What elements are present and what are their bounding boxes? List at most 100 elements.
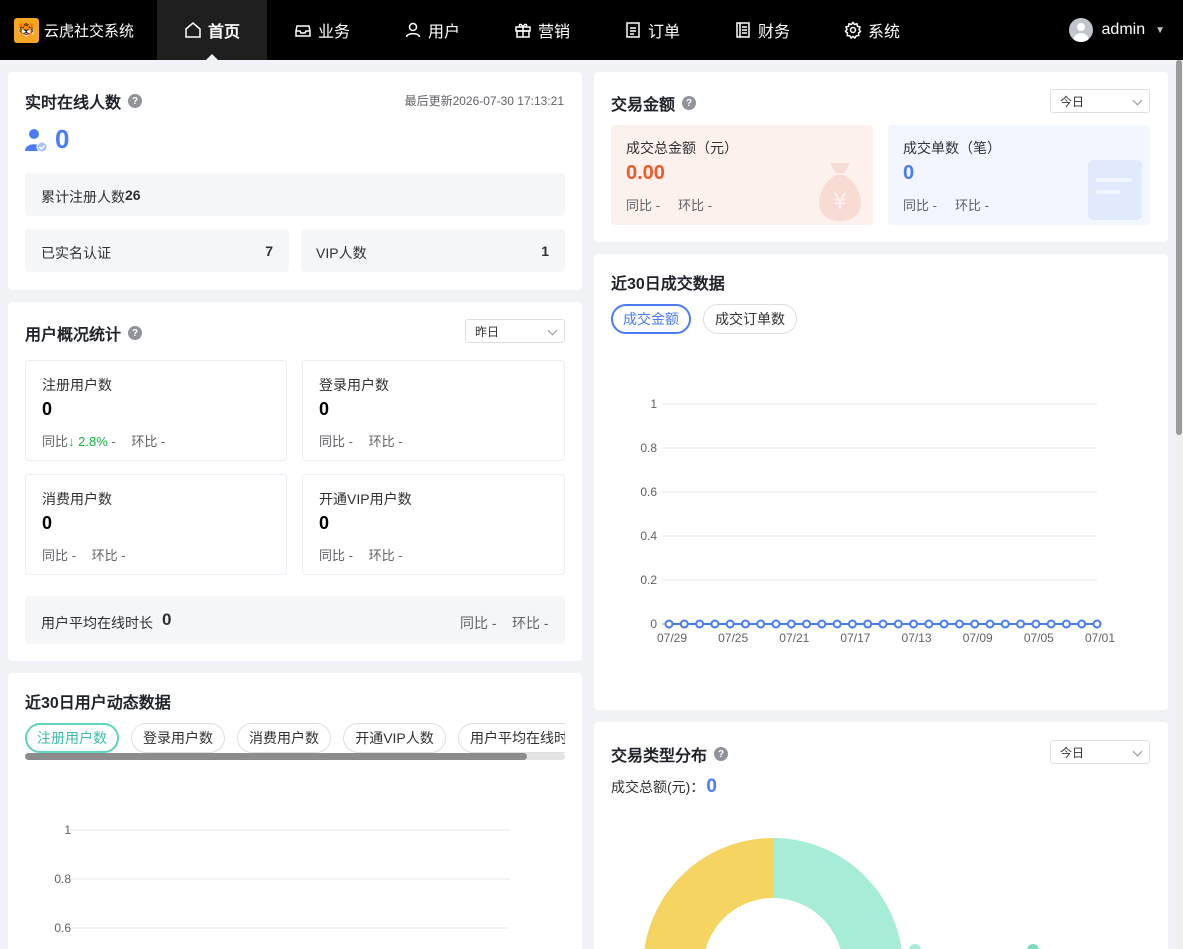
data-point xyxy=(1016,619,1026,629)
avg-online-box: 用户平均在线时长 0 同比 - 环比 - xyxy=(25,596,565,644)
gift-icon xyxy=(515,23,531,38)
x-tick-label: 07/01 xyxy=(1085,631,1115,644)
card-title: 实时在线人数 xyxy=(25,95,122,112)
nav-label: 订单 xyxy=(647,24,680,41)
nav-item-system[interactable]: 系统 xyxy=(817,0,927,60)
x-tick-label: 07/21 xyxy=(779,631,809,644)
tab-consume-users[interactable]: 消费用户数 xyxy=(237,723,331,753)
tab-trade-orders[interactable]: 成交订单数 xyxy=(703,304,797,334)
yoy-label: 同比 xyxy=(42,434,69,449)
main-nav: 首页 业务 用户 营销 订单 财务 系统 xyxy=(157,0,927,60)
tabs-scrollbar[interactable] xyxy=(25,753,565,760)
chevron-down-icon xyxy=(1132,746,1143,757)
donut-slice xyxy=(644,838,773,949)
nav-item-business[interactable]: 业务 xyxy=(267,0,377,60)
help-icon[interactable]: ? xyxy=(128,94,143,108)
data-point xyxy=(1046,619,1056,629)
caret-down-icon: ▼ xyxy=(1155,24,1165,36)
total-amount-mom: 环比 - xyxy=(678,198,712,213)
online-users-card: 实时在线人数 ? 最后更新2026-07-30 17:13:21 0 累计注册人… xyxy=(8,72,582,290)
stat-card-vip: 开通VIP用户数 0 同比 - 环比 - xyxy=(302,474,565,575)
registered-total-box: 累计注册人数 26 xyxy=(25,173,565,216)
verified-value: 7 xyxy=(265,243,273,259)
stat-label: 注册用户数 xyxy=(42,377,112,393)
data-point xyxy=(771,619,781,629)
stat-compare: 同比 - 环比 - xyxy=(319,545,403,564)
data-point xyxy=(664,619,674,629)
y-tick-label: 0.8 xyxy=(640,441,657,455)
avg-yoy: 同比 - xyxy=(460,615,497,631)
data-point xyxy=(817,619,827,629)
stat-card-registered: 注册用户数 0 同比↓ 2.8% - 环比 - xyxy=(25,360,287,461)
donut-slice xyxy=(773,838,902,949)
user-icon xyxy=(405,22,421,38)
data-point xyxy=(863,619,873,629)
y-tick-label: 0.4 xyxy=(640,529,657,543)
amount-period-select[interactable]: 今日 xyxy=(1050,89,1150,113)
help-icon[interactable]: ? xyxy=(128,326,143,340)
user-menu[interactable]: admin ▼ xyxy=(1068,0,1165,60)
nav-item-users[interactable]: 用户 xyxy=(377,0,487,60)
tabs-scrollbar-thumb[interactable] xyxy=(25,753,527,760)
help-icon[interactable]: ? xyxy=(714,747,729,761)
stat-label: 开通VIP用户数 xyxy=(319,491,412,507)
order-count-box: 成交单数（笔） 0 同比 - 环比 - xyxy=(888,125,1150,225)
tab-label: 成交订单数 xyxy=(715,311,785,327)
chevron-down-icon xyxy=(1132,95,1143,106)
data-point xyxy=(679,619,689,629)
tab-trade-amount[interactable]: 成交金额 xyxy=(611,304,691,334)
tab-vip-users[interactable]: 开通VIP人数 xyxy=(343,723,446,753)
type-total-value: 0 xyxy=(706,776,717,797)
nav-item-orders[interactable]: 订单 xyxy=(597,0,707,60)
data-point xyxy=(985,619,995,629)
overview-period-select[interactable]: 昨日 xyxy=(465,319,565,343)
nav-item-finance[interactable]: 财务 xyxy=(707,0,817,60)
order-count-mom: 环比 - xyxy=(955,198,989,213)
card-title: 近30日用户动态数据 xyxy=(25,695,171,712)
tab-label: 用户平均在线时 xyxy=(470,730,565,746)
user-dynamics-chart: 1 0.8 0.6 xyxy=(54,823,510,935)
card-title: 交易类型分布 xyxy=(611,748,708,765)
data-point xyxy=(832,619,842,629)
nav-item-home[interactable]: 首页 xyxy=(157,0,267,60)
y-tick-label: 1 xyxy=(650,397,657,411)
avg-online-label: 用户平均在线时长 xyxy=(41,615,153,631)
data-point xyxy=(695,619,705,629)
avatar xyxy=(1068,18,1093,42)
money-bag-icon: ¥ xyxy=(819,163,861,221)
mom-text: 环比 - xyxy=(368,548,403,563)
type-total-row: 成交总额(元)： 0 xyxy=(611,776,717,798)
stat-value: 0 xyxy=(319,399,330,419)
tab-label: 成交金额 xyxy=(623,311,679,327)
x-tick-label: 07/29 xyxy=(657,631,687,644)
y-tick-label: 0.6 xyxy=(54,921,71,935)
x-tick-label: 07/13 xyxy=(902,631,932,644)
chevron-down-icon xyxy=(547,325,558,336)
data-point xyxy=(878,619,888,629)
stat-compare: 同比 - 环比 - xyxy=(42,545,126,564)
tab-avg-online[interactable]: 用户平均在线时 xyxy=(458,723,565,753)
vip-value: 1 xyxy=(541,243,549,259)
x-tick-label: 07/25 xyxy=(718,631,748,644)
help-icon[interactable]: ? xyxy=(682,96,697,110)
select-value: 昨日 xyxy=(475,324,500,339)
page-scrollbar-thumb[interactable] xyxy=(1176,60,1182,435)
stat-label: 消费用户数 xyxy=(42,491,112,507)
app-logo[interactable]: 🐯 云虎社交系统 xyxy=(0,0,157,60)
card-title: 用户概况统计 xyxy=(25,327,122,344)
yoy-text: 同比 - xyxy=(42,548,76,563)
type-period-select[interactable]: 今日 xyxy=(1050,740,1150,764)
select-value: 今日 xyxy=(1060,94,1085,109)
yoy-suffix: - xyxy=(107,434,116,449)
user-overview-card: 用户概况统计 ? 昨日 注册用户数 0 同比↓ 2.8% - 环比 - 登录用户… xyxy=(8,302,582,661)
tab-registered-users[interactable]: 注册用户数 xyxy=(25,723,119,753)
svg-text:¥: ¥ xyxy=(833,190,847,215)
trade-amount-card: 交易金额 ? 今日 成交总金额（元） 0.00 同比 - 环比 - ¥ 成交单数… xyxy=(594,72,1168,242)
data-point xyxy=(740,619,750,629)
total-amount-box: 成交总金额（元） 0.00 同比 - 环比 - ¥ xyxy=(611,125,873,225)
tab-login-users[interactable]: 登录用户数 xyxy=(131,723,225,753)
stat-compare: 同比↓ 2.8% - 环比 - xyxy=(42,431,165,450)
mom-text: 环比 - xyxy=(368,434,403,449)
nav-label: 业务 xyxy=(317,24,350,41)
nav-item-marketing[interactable]: 营销 xyxy=(487,0,597,60)
